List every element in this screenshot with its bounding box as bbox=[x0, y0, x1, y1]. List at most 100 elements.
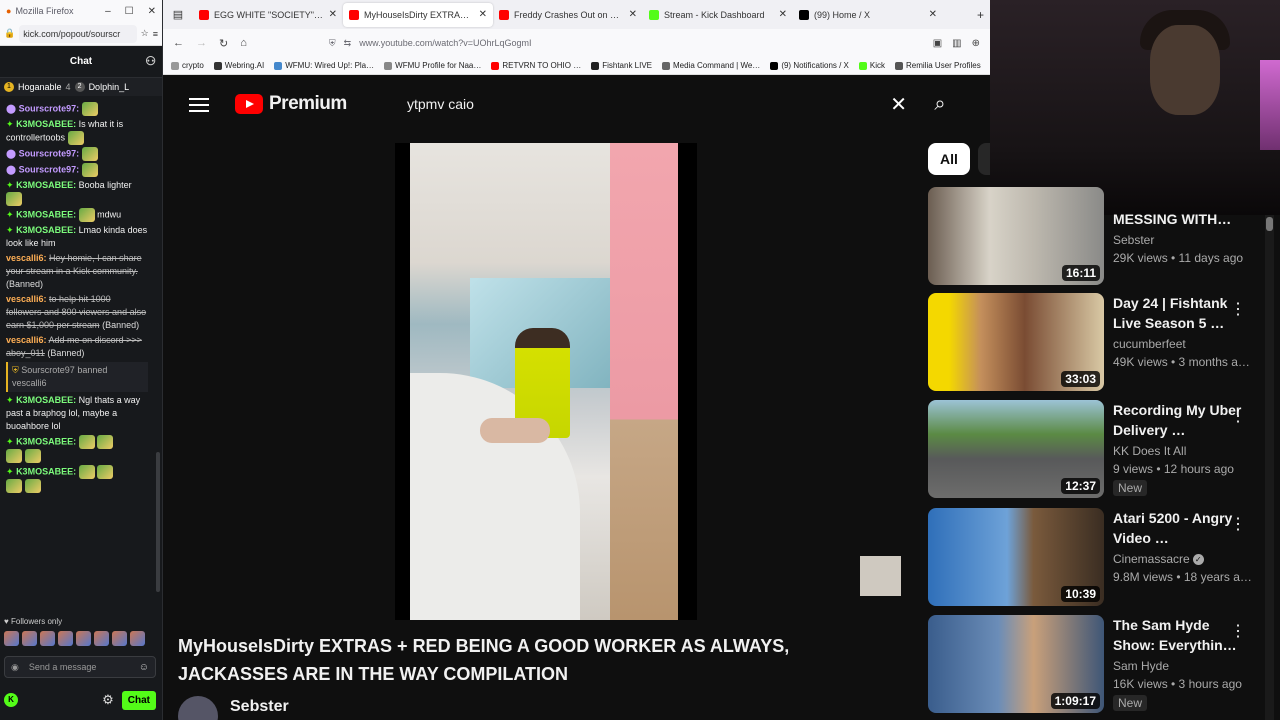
recommendations-scrollbar[interactable] bbox=[1265, 215, 1274, 720]
bookmark-item[interactable]: RETVRN TO OHIO … bbox=[491, 61, 581, 70]
back-icon[interactable]: ← bbox=[173, 37, 184, 49]
chat-send-button[interactable]: Chat bbox=[121, 690, 156, 710]
address-bar[interactable]: ⛨ ⇆ www.youtube.com/watch?v=UOhrLqGogmI bbox=[259, 32, 921, 54]
hamburger-icon[interactable]: ≡ bbox=[153, 29, 158, 39]
bookmark-item[interactable]: (9) Notifications / X bbox=[770, 61, 849, 70]
gear-icon[interactable]: ⚙ bbox=[102, 692, 114, 708]
tab-freddy[interactable]: Freddy Crashes Out on BURT's C… ✕ bbox=[493, 3, 643, 27]
clear-search-icon[interactable]: ✕ bbox=[890, 92, 907, 117]
video-player[interactable] bbox=[395, 143, 697, 620]
chat-username[interactable]: K3MOSABEE: bbox=[16, 209, 76, 219]
shield-icon[interactable]: ⛨ bbox=[329, 38, 336, 49]
youtube-logo[interactable]: Premium bbox=[235, 93, 347, 115]
chip-next[interactable] bbox=[977, 143, 990, 175]
close-icon[interactable]: ✕ bbox=[148, 6, 156, 17]
permissions-icon[interactable]: ⇆ bbox=[344, 38, 352, 49]
chat-message-input[interactable]: ◉ Send a message ☺ bbox=[4, 656, 156, 678]
chat-username[interactable]: K3MOSABEE: bbox=[16, 180, 76, 190]
rec-channel[interactable]: KK Does It All bbox=[1113, 444, 1253, 458]
search-button[interactable]: ⌕ bbox=[926, 86, 954, 122]
chat-username[interactable]: Sourscrote97: bbox=[19, 103, 80, 113]
rec-channel[interactable]: cucumberfeet bbox=[1113, 337, 1253, 351]
tab-x-home[interactable]: (99) Home / X ✕ bbox=[793, 3, 943, 27]
emoji-picker-icon[interactable]: ☺ bbox=[139, 662, 149, 673]
close-tab-icon[interactable]: ✕ bbox=[329, 9, 337, 20]
ban-actor[interactable]: Sourscrote97 bbox=[21, 365, 75, 375]
kick-url-field[interactable]: kick.com/popout/sourscr bbox=[19, 24, 137, 43]
minimize-icon[interactable]: – bbox=[105, 6, 111, 17]
bookmark-item[interactable]: Webring.AI bbox=[213, 61, 264, 70]
rec-channel-name[interactable]: Cinemassacre bbox=[1113, 552, 1190, 566]
emote-icon[interactable] bbox=[58, 631, 73, 646]
chat-username[interactable]: vescalli6: bbox=[6, 294, 47, 304]
rec-video[interactable]: 33:03 Day 24 | Fishtank Live Season 5 … … bbox=[928, 293, 1280, 391]
rec-thumbnail[interactable]: 16:11 bbox=[928, 187, 1104, 285]
bookmark-item[interactable]: WFMU Profile for Naa… bbox=[384, 61, 481, 70]
chat-scrollbar[interactable] bbox=[156, 452, 160, 592]
tab-kick-dashboard[interactable]: Stream - Kick Dashboard ✕ bbox=[643, 3, 793, 27]
hamburger-icon[interactable] bbox=[189, 94, 209, 116]
bookmark-item[interactable]: WFMU: Wired Up!: Pla… bbox=[274, 61, 374, 70]
chat-username[interactable]: K3MOSABEE: bbox=[16, 119, 76, 129]
channel-name[interactable]: Sebster bbox=[230, 698, 289, 716]
star-icon[interactable]: ☆ bbox=[141, 28, 149, 39]
more-options-icon[interactable]: ⋮ bbox=[1230, 299, 1246, 319]
bookmark-item[interactable]: Remilia User Profiles bbox=[895, 61, 981, 70]
zoom-icon[interactable]: ⊕ bbox=[972, 38, 980, 49]
rec-title[interactable]: MESSING WITH… bbox=[1113, 209, 1253, 229]
chat-username[interactable]: K3MOSABEE: bbox=[16, 436, 76, 446]
chat-username[interactable]: K3MOSABEE: bbox=[16, 466, 76, 476]
emote-icon[interactable] bbox=[22, 631, 37, 646]
tab-egg-white[interactable]: EGG WHITE "SOCIETY" (PROD… ✕ bbox=[193, 3, 343, 27]
leader-name[interactable]: Dolphin_L bbox=[89, 82, 130, 92]
more-options-icon[interactable]: ⋮ bbox=[1230, 621, 1246, 641]
emote-icon[interactable] bbox=[94, 631, 109, 646]
rec-channel[interactable]: Cinemassacre ✓ bbox=[1113, 552, 1253, 566]
bookmark-item[interactable]: Media Command | We… bbox=[662, 61, 760, 70]
chat-username[interactable]: Sourscrote97: bbox=[19, 164, 80, 174]
close-tab-icon[interactable]: ✕ bbox=[479, 9, 487, 20]
channel-watermark[interactable] bbox=[860, 556, 901, 596]
rec-channel[interactable]: Sebster bbox=[1113, 233, 1253, 247]
rec-thumbnail[interactable]: 1:09:17 bbox=[928, 615, 1104, 713]
new-tab-icon[interactable]: + bbox=[977, 8, 990, 22]
user-settings-icon[interactable]: ⚇ bbox=[145, 54, 156, 68]
bookmark-item[interactable]: Kick bbox=[858, 61, 885, 70]
emote-icon[interactable] bbox=[76, 631, 91, 646]
search-input[interactable]: ytpmv caio ✕ bbox=[395, 86, 925, 122]
scrollbar-thumb[interactable] bbox=[1266, 217, 1273, 231]
reader-view-icon[interactable]: ▣ bbox=[933, 38, 942, 49]
tab-list-icon[interactable]: ▤ bbox=[163, 8, 193, 21]
chat-username[interactable]: K3MOSABEE: bbox=[16, 395, 76, 405]
rec-thumbnail[interactable]: 10:39 bbox=[928, 508, 1104, 606]
more-options-icon[interactable]: ⋮ bbox=[1230, 406, 1246, 426]
close-tab-icon[interactable]: ✕ bbox=[629, 9, 637, 20]
chat-username[interactable]: K3MOSABEE: bbox=[16, 225, 76, 235]
bookmark-item[interactable]: crypto bbox=[171, 61, 204, 70]
leader-name[interactable]: Hoganable bbox=[18, 82, 62, 92]
pip-icon[interactable]: ▥ bbox=[952, 38, 961, 49]
kick-logo-icon[interactable]: K bbox=[4, 693, 18, 707]
emote-icon[interactable] bbox=[40, 631, 55, 646]
rec-channel[interactable]: Sam Hyde bbox=[1113, 659, 1253, 673]
emote-icon[interactable] bbox=[4, 631, 19, 646]
rec-video[interactable]: 1:09:17 The Sam Hyde Show: Everythin… Sa… bbox=[928, 615, 1280, 713]
close-tab-icon[interactable]: ✕ bbox=[779, 9, 787, 20]
chat-username[interactable]: vescalli6: bbox=[6, 253, 47, 263]
tab-myhouseisdirty[interactable]: MyHouseIsDirty EXTRAS + … ✕ bbox=[343, 2, 493, 27]
chat-username[interactable]: vescalli6: bbox=[6, 335, 47, 345]
rec-video[interactable]: 10:39 Atari 5200 - Angry Video … Cinemas… bbox=[928, 508, 1280, 606]
reload-icon[interactable]: ↻ bbox=[219, 37, 228, 50]
chat-mode-icon[interactable]: ◉ bbox=[11, 662, 19, 673]
ban-target[interactable]: vescalli6 bbox=[12, 378, 47, 388]
maximize-icon[interactable]: ☐ bbox=[125, 6, 134, 17]
rec-video[interactable]: 16:11 MESSING WITH… Sebster 29K views • … bbox=[928, 187, 1280, 285]
rec-thumbnail[interactable]: 12:37 bbox=[928, 400, 1104, 498]
channel-avatar[interactable] bbox=[178, 696, 218, 720]
forward-icon[interactable]: → bbox=[196, 37, 207, 49]
close-tab-icon[interactable]: ✕ bbox=[929, 9, 937, 20]
chat-username[interactable]: Sourscrote97: bbox=[19, 148, 80, 158]
rec-video[interactable]: 12:37 Recording My Uber Delivery … KK Do… bbox=[928, 400, 1280, 498]
more-options-icon[interactable]: ⋮ bbox=[1230, 514, 1246, 534]
home-icon[interactable]: ⌂ bbox=[240, 37, 247, 49]
